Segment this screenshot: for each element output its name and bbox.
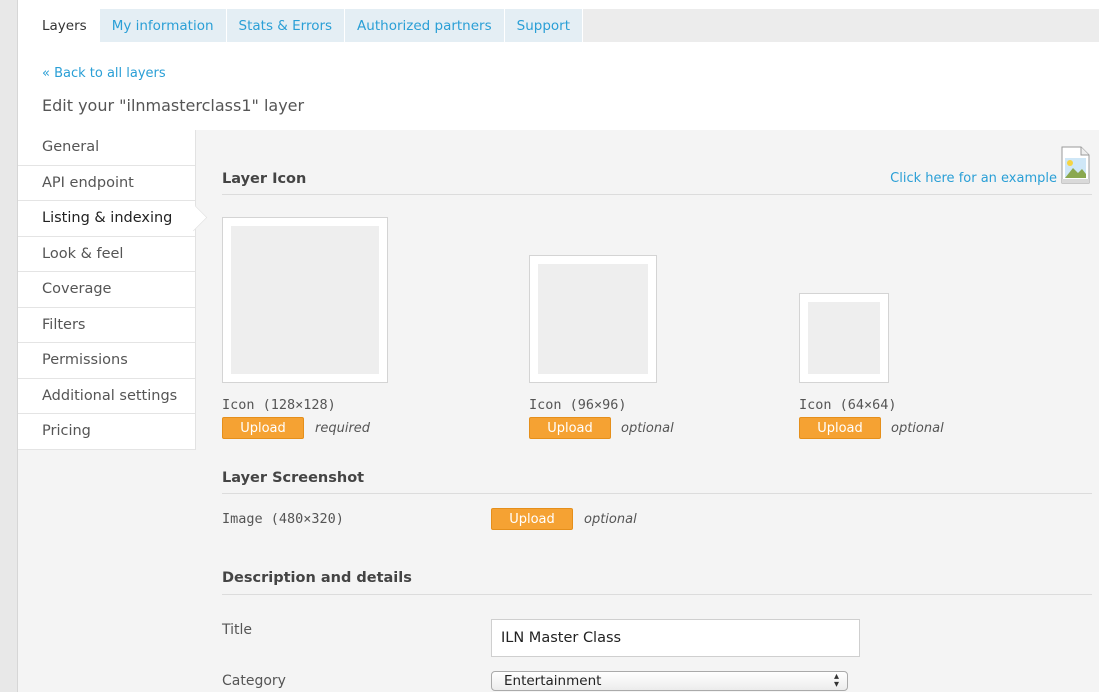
upload-screenshot-button[interactable]: Upload <box>491 508 573 530</box>
upload-icon-128-button[interactable]: Upload <box>222 417 304 439</box>
icon-128-note: required <box>315 421 371 436</box>
icon-preview-96 <box>529 255 657 383</box>
tab-stats-errors[interactable]: Stats & Errors <box>226 9 346 42</box>
side-nav-item-pricing[interactable]: Pricing <box>18 414 195 450</box>
layer-icon-heading: Layer Icon <box>222 171 307 187</box>
side-nav-item-filters[interactable]: Filters <box>18 308 195 343</box>
category-select[interactable]: Entertainment ▴ ▾ <box>491 671 848 691</box>
upload-icon-96-button[interactable]: Upload <box>529 417 611 439</box>
page-title: Edit your "ilnmasterclass1" layer <box>42 96 305 115</box>
side-nav-item-api-endpoint[interactable]: API endpoint <box>18 166 195 201</box>
icon-128-caption: Icon (128×128) <box>222 397 336 413</box>
screenshot-caption: Image (480×320) <box>222 511 344 527</box>
upload-icon-64-button[interactable]: Upload <box>799 417 881 439</box>
details-heading: Description and details <box>222 570 412 586</box>
tab-my-information[interactable]: My information <box>99 9 227 42</box>
tab-layers[interactable]: Layers <box>30 9 100 42</box>
category-selected-value: Entertainment <box>504 673 602 689</box>
example-link[interactable]: Click here for an example <box>890 171 1057 186</box>
icon-64-caption: Icon (64×64) <box>799 397 897 413</box>
tab-authorized-partners[interactable]: Authorized partners <box>345 9 505 42</box>
side-nav-item-permissions[interactable]: Permissions <box>18 343 195 379</box>
back-to-layers-link[interactable]: « Back to all layers <box>42 66 166 81</box>
category-label: Category <box>222 673 286 689</box>
icon-96-caption: Icon (96×96) <box>529 397 627 413</box>
icon-preview-64 <box>799 293 889 383</box>
image-file-icon[interactable] <box>1059 146 1091 184</box>
side-nav-item-additional-settings[interactable]: Additional settings <box>18 379 195 414</box>
tab-support[interactable]: Support <box>504 9 584 42</box>
icon-96-note: optional <box>621 421 674 436</box>
icon-preview-128 <box>222 217 388 383</box>
side-nav-item-general[interactable]: General <box>18 130 195 166</box>
section-divider <box>222 493 1092 494</box>
side-nav-item-listing-indexing[interactable]: Listing & indexing <box>18 201 195 237</box>
section-divider <box>222 194 1092 195</box>
select-arrows-icon: ▴ ▾ <box>833 671 839 690</box>
side-nav-item-coverage[interactable]: Coverage <box>18 272 195 308</box>
title-input[interactable] <box>491 619 860 657</box>
left-window-edge <box>0 0 18 692</box>
side-nav: General API endpoint Listing & indexing … <box>18 130 196 450</box>
icon-64-note: optional <box>891 421 944 436</box>
title-label: Title <box>222 622 253 638</box>
layer-screenshot-heading: Layer Screenshot <box>222 470 365 486</box>
side-nav-item-look-feel[interactable]: Look & feel <box>18 237 195 272</box>
screenshot-note: optional <box>584 512 637 527</box>
top-tab-bar: Layers My information Stats & Errors Aut… <box>30 9 1099 42</box>
section-divider <box>222 594 1092 595</box>
